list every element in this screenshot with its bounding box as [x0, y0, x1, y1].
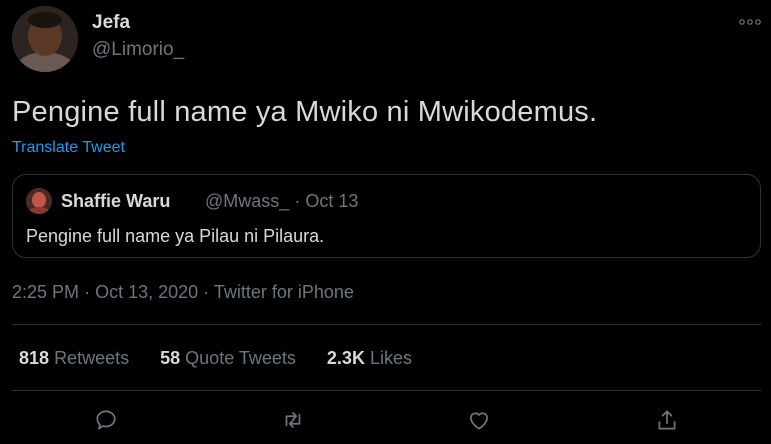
likes-label: Likes: [369, 348, 412, 368]
avatar[interactable]: [12, 6, 78, 72]
like-icon: [470, 412, 488, 430]
share-icon: [658, 410, 676, 430]
reply-button[interactable]: [93, 407, 123, 437]
quoted-meta: @Mwass_ · Oct 13: [205, 191, 358, 212]
reply-icon: [96, 410, 116, 430]
more-options-icon[interactable]: [738, 14, 762, 30]
retweet-button[interactable]: [280, 407, 310, 437]
quoted-separator: ·: [294, 191, 301, 211]
author-handle[interactable]: @Limorio_: [92, 39, 184, 61]
likes-count: 2.3K: [326, 348, 365, 368]
timestamp-separator: ·: [203, 282, 210, 302]
engagement-stats: 818 Retweets 58 Quote Tweets 2.3K Likes: [19, 348, 438, 369]
quoted-date: Oct 13: [305, 191, 359, 211]
likes-stat[interactable]: 2.3K Likes: [327, 348, 412, 369]
retweets-label: Retweets: [54, 348, 130, 368]
timestamp-time[interactable]: 2:25 PM: [12, 282, 79, 302]
timestamp-separator: ·: [84, 282, 91, 302]
retweet-icon: [285, 412, 301, 428]
divider: [12, 324, 761, 325]
quoted-author-name: Shaffie Waru: [61, 191, 171, 211]
tweet-source[interactable]: Twitter for iPhone: [214, 282, 354, 302]
author-name[interactable]: Jefa: [92, 12, 130, 34]
like-button[interactable]: [466, 407, 496, 437]
quote-tweets-count: 58: [160, 348, 181, 368]
quoted-author-handle: @Mwass_: [205, 191, 290, 211]
tweet-text: Pengine full name ya Mwiko ni Mwikodemus…: [12, 96, 598, 128]
quoted-text: Pengine full name ya Pilau ni Pilaura.: [26, 226, 325, 246]
retweets-count: 818: [19, 348, 50, 368]
quote-tweets-stat[interactable]: 58 Quote Tweets: [160, 348, 296, 369]
translate-tweet-link[interactable]: Translate Tweet: [12, 139, 125, 157]
quote-tweets-label: Quote Tweets: [185, 348, 296, 368]
retweets-stat[interactable]: 818 Retweets: [19, 348, 129, 369]
timestamp-date[interactable]: Oct 13, 2020: [95, 282, 198, 302]
share-button[interactable]: [654, 407, 684, 437]
quoted-tweet[interactable]: Shaffie Waru @Mwass_ · Oct 13 Pengine fu…: [12, 174, 761, 258]
tweet-timestamp: 2:25 PM · Oct 13, 2020 · Twitter for iPh…: [12, 282, 354, 303]
divider: [12, 390, 761, 391]
quoted-avatar: [26, 188, 52, 214]
